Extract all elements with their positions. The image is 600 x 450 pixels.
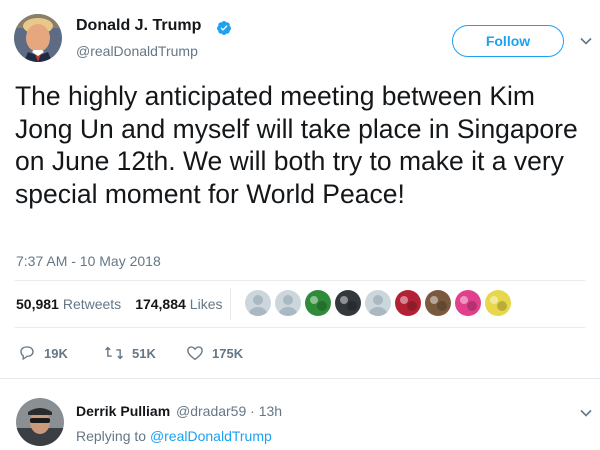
- reply-action[interactable]: 19K: [18, 344, 68, 362]
- retweet-count: 51K: [132, 345, 156, 361]
- reply-author-name[interactable]: Derrik Pulliam: [76, 403, 170, 419]
- tweet-text: The highly anticipated meeting between K…: [15, 81, 578, 209]
- reply-icon: [20, 346, 34, 361]
- reply-author-handle[interactable]: @dradar59 · 13h: [176, 403, 282, 419]
- chevron-down-icon[interactable]: [579, 406, 593, 420]
- follow-button[interactable]: Follow: [452, 25, 564, 57]
- dark-profile-icon[interactable]: [335, 290, 361, 316]
- retweet-icon: [105, 346, 123, 360]
- likes-count[interactable]: 174,884: [135, 296, 186, 312]
- portrait-profile-icon[interactable]: [425, 290, 451, 316]
- author-handle[interactable]: @realDonaldTrump: [76, 43, 198, 59]
- reply-avatar[interactable]: [16, 398, 64, 446]
- retweets-count[interactable]: 50,981: [16, 296, 59, 312]
- author-avatar[interactable]: [14, 14, 62, 62]
- default-avatar-icon[interactable]: [245, 290, 271, 316]
- divider: [15, 280, 585, 281]
- author-name[interactable]: Donald J. Trump: [76, 17, 201, 35]
- replying-to: Replying to @realDonaldTrump: [76, 428, 272, 444]
- pink-profile-icon[interactable]: [455, 290, 481, 316]
- chevron-down-icon[interactable]: [579, 34, 593, 48]
- likes-label[interactable]: Likes: [190, 296, 223, 312]
- default-avatar-icon[interactable]: [365, 290, 391, 316]
- flag-profile-icon[interactable]: [395, 290, 421, 316]
- like-action[interactable]: 175K: [186, 344, 243, 362]
- divider: [0, 378, 600, 379]
- reply-count: 19K: [44, 345, 68, 361]
- retweets-label[interactable]: Retweets: [63, 296, 121, 312]
- default-avatar-icon[interactable]: [275, 290, 301, 316]
- tweet-stats: 50,981 Retweets 174,884 Likes: [16, 296, 236, 312]
- tweet-timestamp[interactable]: 7:37 AM - 10 May 2018: [16, 253, 161, 269]
- green-profile-icon[interactable]: [305, 290, 331, 316]
- like-count: 175K: [212, 345, 244, 361]
- divider: [15, 327, 585, 328]
- retweet-action[interactable]: 51K: [104, 344, 156, 362]
- stats-separator: [230, 288, 231, 320]
- replying-to-link[interactable]: @realDonaldTrump: [150, 428, 272, 444]
- yellow-profile-icon[interactable]: [485, 290, 511, 316]
- replying-to-prefix: Replying to: [76, 428, 150, 444]
- verified-badge-icon: [217, 21, 231, 35]
- heart-icon: [187, 346, 203, 361]
- liker-avatars: [245, 290, 515, 316]
